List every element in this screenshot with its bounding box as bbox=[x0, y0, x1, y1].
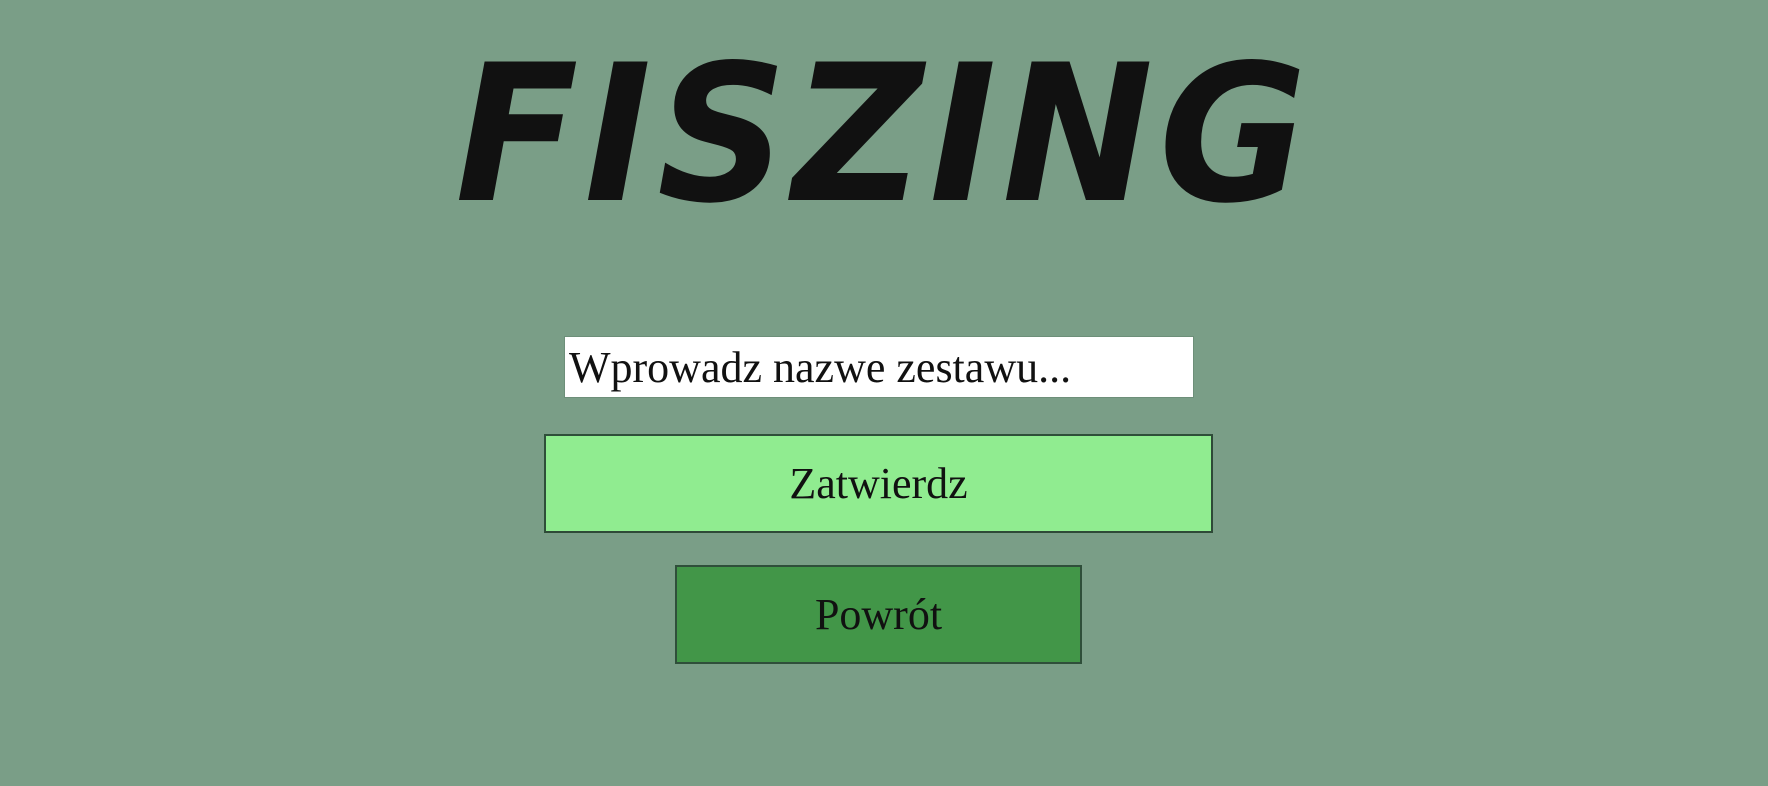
app-logo: FISZING bbox=[455, 24, 1313, 245]
confirm-button[interactable]: Zatwierdz bbox=[544, 434, 1213, 533]
set-name-input[interactable] bbox=[564, 336, 1194, 398]
back-button[interactable]: Powrót bbox=[675, 565, 1082, 664]
